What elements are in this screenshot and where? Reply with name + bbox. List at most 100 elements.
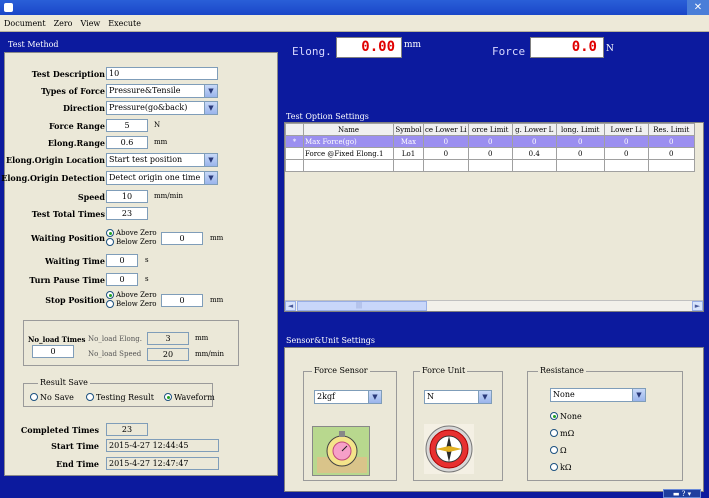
table-row[interactable]: Force @Fixed Elong.1 Lo1 0 0 0.4 0 0 0 [285, 147, 695, 160]
table-cell[interactable]: 0 [647, 135, 695, 148]
tray-widget[interactable]: ▬ ? ▾ [663, 489, 701, 498]
table-cell[interactable]: 0 [423, 147, 469, 160]
table-row[interactable]: * Max Force(go) Max 0 0 0 0 0 0 [285, 135, 695, 148]
table-header[interactable]: ce Lower Li [423, 123, 469, 136]
resistance-ohm-radio[interactable] [550, 446, 558, 454]
menu-document[interactable]: Document [0, 15, 50, 32]
chevron-down-icon[interactable]: ▼ [478, 391, 491, 403]
force-sensor-select[interactable]: 2kgf ▼ [314, 390, 382, 404]
stop-above-zero-radio[interactable] [106, 291, 114, 299]
resistance-kohm-radio[interactable] [550, 463, 558, 471]
elong-origin-detection-select[interactable]: Detect origin one time ▼ [106, 171, 218, 185]
noload-times-input[interactable]: 0 [32, 345, 74, 358]
table-header[interactable]: Symbol [393, 123, 424, 136]
table-cell[interactable]: 0 [603, 147, 649, 160]
elong-origin-detection-value: Detect origin one time [109, 173, 201, 182]
table-cell[interactable] [511, 159, 557, 172]
table-cell[interactable]: 0 [647, 147, 695, 160]
noload-elong-input: 3 [147, 332, 189, 345]
table-cell[interactable]: 0 [467, 147, 513, 160]
chevron-down-icon[interactable]: ▼ [204, 102, 217, 114]
table-cell[interactable] [393, 159, 424, 172]
table-cell[interactable]: 0 [555, 135, 605, 148]
force-sensor-value: 2kgf [317, 392, 336, 401]
table-cell[interactable]: Force @Fixed Elong.1 [303, 147, 394, 160]
test-total-times-row: Test Total Times 23 [5, 207, 279, 221]
waiting-position-input[interactable]: 0 [161, 232, 203, 245]
stop-below-zero-label: Below Zero [116, 300, 157, 308]
types-of-force-select[interactable]: Pressure&Tensile ▼ [106, 84, 218, 98]
waiting-below-zero-radio[interactable] [106, 238, 114, 246]
direction-value: Pressure(go&back) [109, 103, 188, 112]
elong-range-input[interactable]: 0.6 [106, 136, 148, 149]
turn-pause-time-input[interactable]: 0 [106, 273, 138, 286]
table-header[interactable]: Lower Li [603, 123, 649, 136]
scroll-right-icon[interactable]: ► [692, 301, 703, 311]
table-cell[interactable] [303, 159, 394, 172]
menu-zero[interactable]: Zero [50, 15, 77, 32]
stop-below-zero-radio[interactable] [106, 300, 114, 308]
table-horizontal-scrollbar[interactable]: ◄ ||| ► [285, 300, 703, 311]
table-header[interactable]: Name [303, 123, 394, 136]
chevron-down-icon[interactable]: ▼ [204, 85, 217, 97]
no-save-radio[interactable] [30, 393, 38, 401]
speed-input[interactable]: 10 [106, 190, 148, 203]
table-cell[interactable]: 0.4 [511, 147, 557, 160]
table-cell[interactable]: 0 [603, 135, 649, 148]
chevron-down-icon[interactable]: ▼ [632, 389, 645, 401]
force-unit-select[interactable]: N ▼ [424, 390, 492, 404]
turn-pause-time-unit: s [145, 275, 149, 283]
table-cell: * [285, 135, 304, 148]
test-description-input[interactable]: 10 [106, 67, 218, 80]
menu-execute[interactable]: Execute [104, 15, 145, 32]
scroll-thumb[interactable]: ||| [297, 301, 427, 311]
waiting-above-zero-radio[interactable] [106, 229, 114, 237]
table-cell[interactable]: Max [393, 135, 424, 148]
resistance-none-radio[interactable] [550, 412, 558, 420]
table-header[interactable]: orce Limit [467, 123, 513, 136]
sensor-unit-panel: Force Sensor 2kgf ▼ Force Unit N ▼ Resis… [284, 347, 704, 492]
force-range-row: Force Range 5 N [5, 119, 279, 133]
table-header[interactable]: g. Lower L [511, 123, 557, 136]
noload-elong-label: No_load Elong. [88, 335, 142, 343]
resistance-select[interactable]: None ▼ [550, 388, 646, 402]
table-cell[interactable] [467, 159, 513, 172]
direction-select[interactable]: Pressure(go&back) ▼ [106, 101, 218, 115]
turn-pause-time-row: Turn Pause Time 0 s [5, 273, 279, 287]
table-cell[interactable] [603, 159, 649, 172]
table-cell[interactable]: Max Force(go) [303, 135, 394, 148]
force-range-input[interactable]: 5 [106, 119, 148, 132]
scroll-left-icon[interactable]: ◄ [285, 301, 296, 311]
table-cell[interactable] [647, 159, 695, 172]
menu-view[interactable]: View [77, 15, 105, 32]
waveform-radio[interactable] [164, 393, 172, 401]
table-row[interactable] [285, 159, 695, 172]
force-unit-group: Force Unit N ▼ [413, 366, 503, 481]
chevron-down-icon[interactable]: ▼ [204, 154, 217, 166]
table-cell[interactable]: Lo1 [393, 147, 424, 160]
waiting-time-input[interactable]: 0 [106, 254, 138, 267]
close-button[interactable]: ✕ [687, 0, 709, 15]
table-cell [285, 159, 304, 172]
stop-position-input[interactable]: 0 [161, 294, 203, 307]
force-display-unit: N [606, 44, 614, 54]
table-header[interactable]: long. Limit [555, 123, 605, 136]
table-cell[interactable] [555, 159, 605, 172]
table-cell[interactable]: 0 [511, 135, 557, 148]
test-total-times-input[interactable]: 23 [106, 207, 148, 220]
table-cell[interactable]: 0 [423, 135, 469, 148]
table-cell[interactable]: 0 [467, 135, 513, 148]
table-header[interactable]: Res. Limit [647, 123, 695, 136]
table-cell[interactable]: 0 [555, 147, 605, 160]
testing-result-radio[interactable] [86, 393, 94, 401]
elong-origin-location-select[interactable]: Start test position ▼ [106, 153, 218, 167]
test-total-times-label: Test Total Times [31, 209, 105, 219]
resistance-mohm-radio[interactable] [550, 429, 558, 437]
chevron-down-icon[interactable]: ▼ [368, 391, 381, 403]
types-of-force-value: Pressure&Tensile [109, 86, 181, 95]
window-titlebar[interactable]: ✕ [0, 0, 709, 15]
sensor-unit-title: Sensor&Unit Settings [286, 336, 376, 345]
chevron-down-icon[interactable]: ▼ [204, 172, 217, 184]
elong-range-unit: mm [154, 138, 168, 146]
table-cell[interactable] [423, 159, 469, 172]
